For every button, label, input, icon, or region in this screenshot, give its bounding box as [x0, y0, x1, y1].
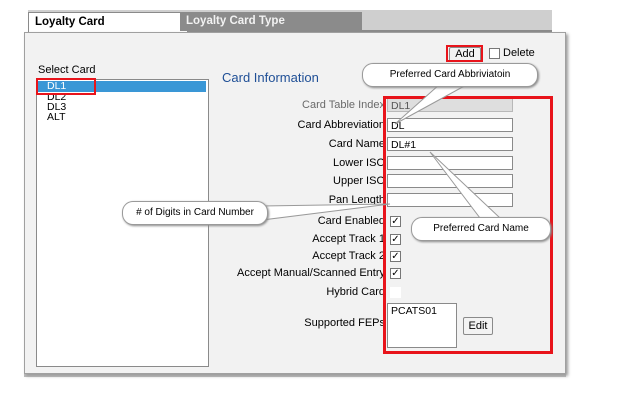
- digits-callout: # of Digits in Card Number: [122, 201, 268, 225]
- abbreviation-callout: Preferred Card Abbriviatoin: [362, 63, 538, 87]
- abbrev-pointer: [394, 83, 469, 125]
- card-name-callout: Preferred Card Name: [411, 217, 551, 241]
- callout-pointers: [261, 83, 502, 221]
- digits-pointer: [261, 203, 391, 221]
- name-pointer: [429, 151, 502, 219]
